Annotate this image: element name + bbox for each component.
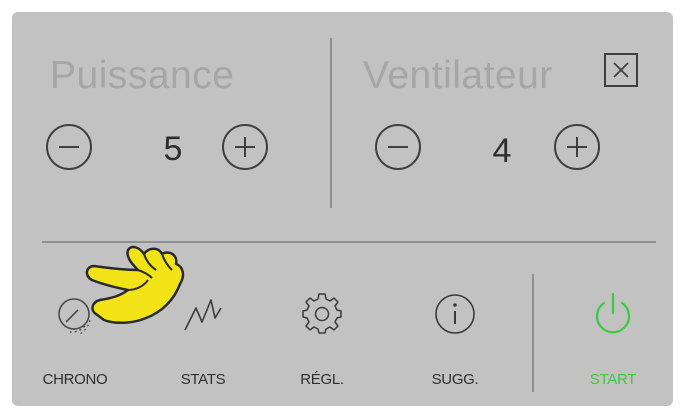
minus-icon — [388, 146, 408, 148]
section-divider — [330, 38, 332, 208]
plus-icon — [235, 137, 255, 157]
power-increase-button[interactable] — [222, 124, 268, 170]
power-title: Puissance — [50, 54, 235, 97]
toolbar-item-label: CHRONO — [42, 371, 108, 388]
toolbar-item-label: RÉGL. — [300, 371, 344, 388]
close-icon — [613, 62, 629, 78]
power-decrease-button[interactable] — [46, 124, 92, 170]
close-button[interactable] — [604, 53, 638, 87]
fan-decrease-button[interactable] — [375, 124, 421, 170]
start-label: START — [589, 371, 637, 388]
power-icon — [588, 289, 638, 339]
gear-icon — [297, 289, 347, 339]
control-panel: Puissance 5 Ventilateur 4 CHRONO STATS R… — [12, 12, 673, 406]
minus-icon — [59, 146, 79, 148]
toolbar-item-label: STATS — [180, 371, 226, 388]
info-icon — [430, 289, 480, 339]
plus-icon — [567, 137, 587, 157]
power-value: 5 — [163, 130, 183, 168]
fan-value: 4 — [492, 132, 512, 170]
fan-increase-button[interactable] — [554, 124, 600, 170]
fan-title: Ventilateur — [363, 54, 553, 97]
start-divider — [532, 274, 534, 392]
pointing-hand-icon — [85, 245, 185, 324]
toolbar-item-label: SUGG. — [431, 371, 479, 388]
